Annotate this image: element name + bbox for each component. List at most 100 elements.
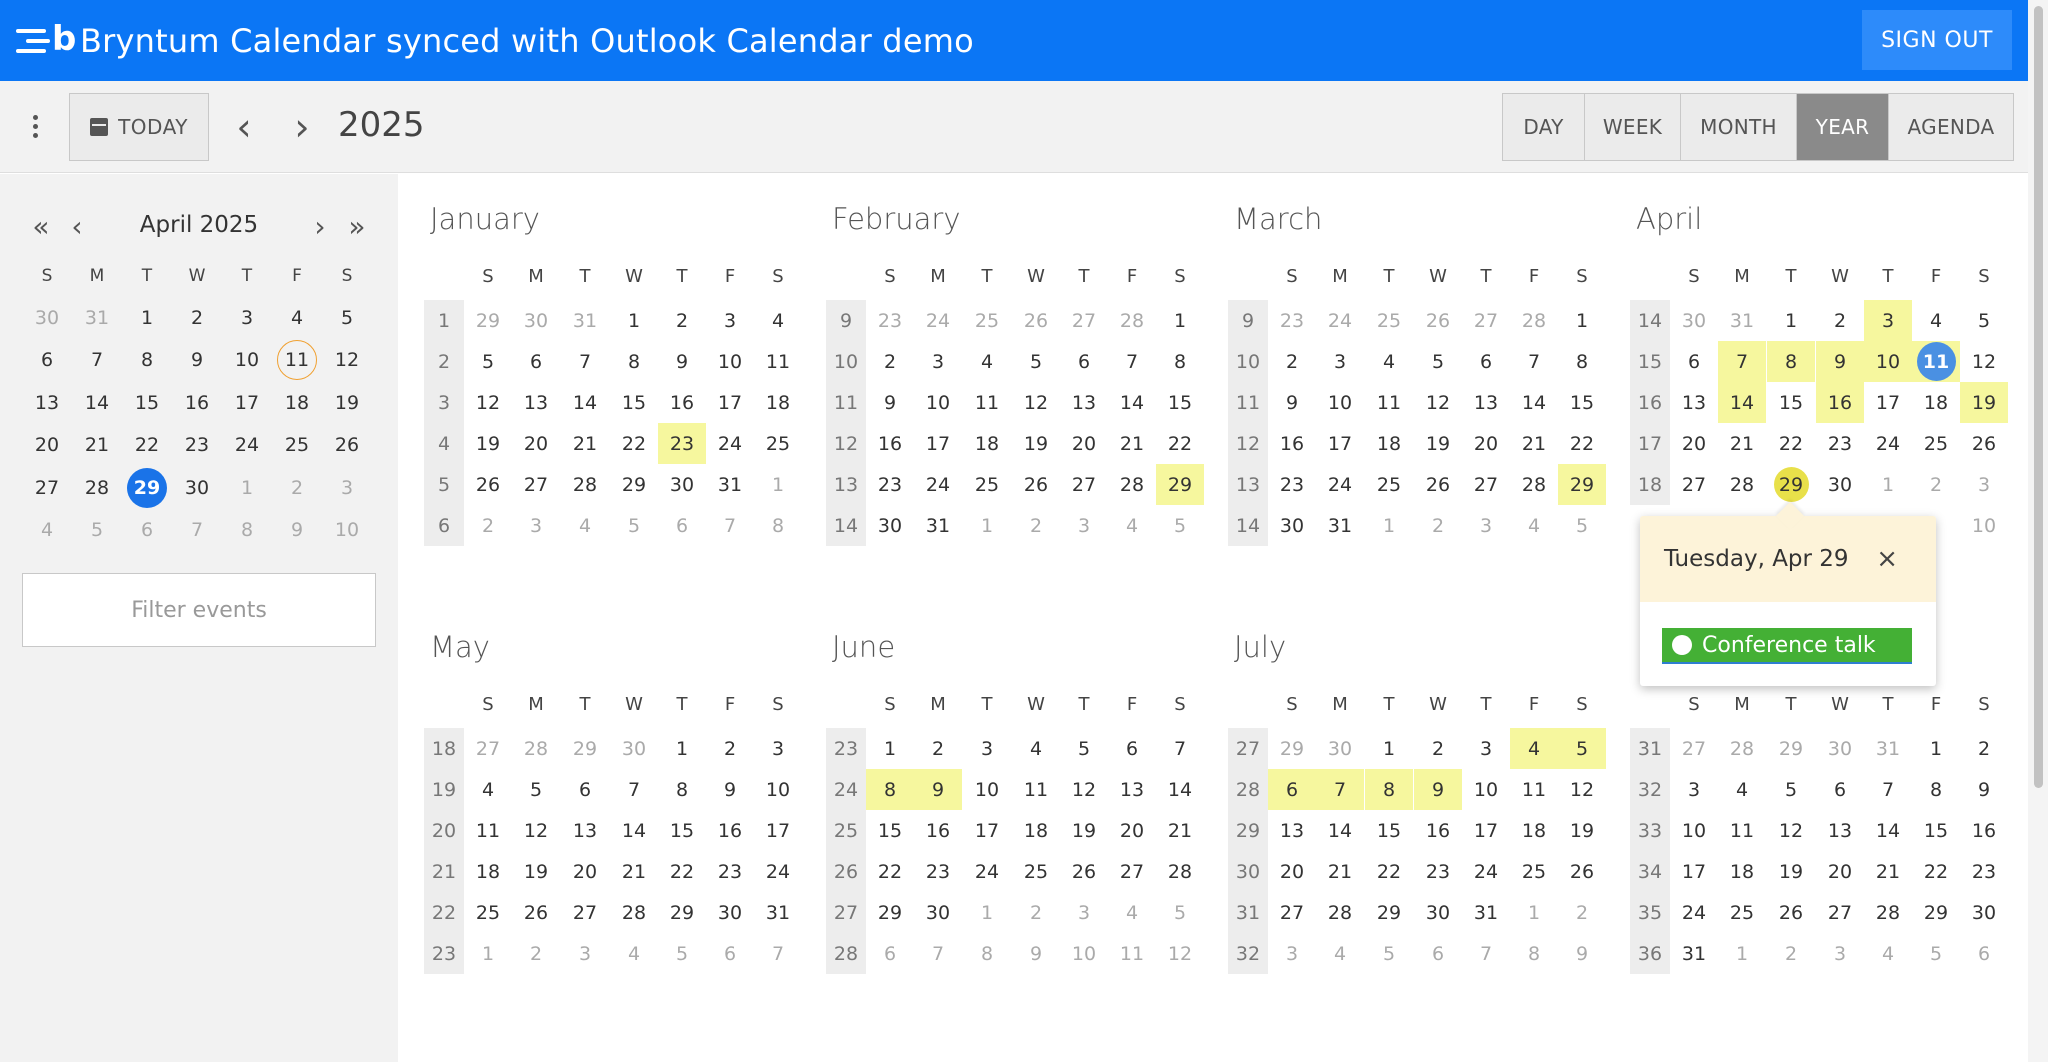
calendar-day[interactable]: 9 — [1558, 933, 1606, 974]
calendar-day[interactable]: 2 — [866, 341, 914, 382]
calendar-day[interactable]: 6 — [658, 505, 706, 546]
calendar-day[interactable]: 2 — [914, 728, 962, 769]
calendar-day[interactable]: 20 — [1462, 423, 1510, 464]
week-number[interactable]: 15 — [1630, 341, 1670, 382]
calendar-day[interactable]: 2 — [1558, 892, 1606, 933]
calendar-day[interactable]: 16 — [1414, 810, 1462, 851]
calendar-day[interactable]: 1 — [1864, 464, 1912, 505]
calendar-day[interactable]: 12 — [1414, 382, 1462, 423]
next-period-button[interactable]: › — [282, 107, 322, 147]
mini-calendar-day[interactable]: 6 — [27, 340, 67, 380]
calendar-day[interactable]: 11 — [1365, 382, 1413, 423]
calendar-day[interactable]: 9 — [1012, 933, 1060, 974]
calendar-day[interactable]: 23 — [1414, 851, 1462, 892]
calendar-day[interactable]: 2 — [1268, 341, 1316, 382]
calendar-day[interactable]: 17 — [963, 810, 1011, 851]
calendar-day[interactable]: 13 — [1670, 382, 1718, 423]
month-name[interactable]: January — [430, 202, 540, 236]
calendar-day[interactable]: 25 — [1012, 851, 1060, 892]
calendar-day[interactable]: 10 — [1316, 382, 1364, 423]
calendar-day[interactable]: 1 — [963, 505, 1011, 546]
calendar-day[interactable]: 15 — [610, 382, 658, 423]
calendar-day[interactable]: 30 — [1316, 728, 1364, 769]
calendar-day[interactable]: 30 — [512, 300, 560, 341]
week-number[interactable]: 13 — [826, 464, 866, 505]
week-number[interactable]: 22 — [424, 892, 464, 933]
calendar-day[interactable]: 14 — [1316, 810, 1364, 851]
week-number[interactable]: 27 — [1228, 728, 1268, 769]
week-number[interactable]: 32 — [1630, 769, 1670, 810]
calendar-day[interactable]: 28 — [512, 728, 560, 769]
calendar-day[interactable]: 27 — [1060, 300, 1108, 341]
sign-out-button[interactable]: SIGN OUT — [1862, 10, 2012, 70]
week-number[interactable]: 26 — [826, 851, 866, 892]
calendar-day[interactable]: 17 — [706, 382, 754, 423]
calendar-day[interactable]: 16 — [1960, 810, 2008, 851]
calendar-day[interactable]: 18 — [1012, 810, 1060, 851]
calendar-day[interactable]: 30 — [1816, 728, 1864, 769]
calendar-day[interactable]: 22 — [610, 423, 658, 464]
calendar-day[interactable]: 30 — [914, 892, 962, 933]
calendar-day[interactable]: 24 — [914, 464, 962, 505]
filter-events-input[interactable] — [22, 573, 376, 647]
week-number[interactable]: 20 — [424, 810, 464, 851]
calendar-day[interactable]: 12 — [1156, 933, 1204, 974]
calendar-day[interactable]: 4 — [1912, 300, 1960, 341]
calendar-day[interactable]: 22 — [1767, 423, 1815, 464]
calendar-day[interactable]: 1 — [1558, 300, 1606, 341]
calendar-day[interactable]: 23 — [1268, 300, 1316, 341]
calendar-day[interactable]: 30 — [1670, 300, 1718, 341]
calendar-day[interactable]: 18 — [963, 423, 1011, 464]
calendar-day[interactable]: 15 — [1365, 810, 1413, 851]
calendar-day[interactable]: 9 — [1268, 382, 1316, 423]
calendar-day[interactable]: 5 — [658, 933, 706, 974]
mini-calendar-day[interactable]: 2 — [177, 298, 217, 338]
calendar-day[interactable]: 31 — [706, 464, 754, 505]
calendar-day[interactable]: 24 — [1316, 464, 1364, 505]
calendar-day[interactable]: 18 — [1718, 851, 1766, 892]
calendar-day[interactable]: 3 — [561, 933, 609, 974]
calendar-day[interactable]: 25 — [963, 300, 1011, 341]
mini-calendar-day[interactable]: 8 — [127, 340, 167, 380]
mini-calendar-day[interactable]: 22 — [127, 425, 167, 465]
calendar-day[interactable]: 10 — [1670, 810, 1718, 851]
calendar-day[interactable]: 22 — [1365, 851, 1413, 892]
calendar-day[interactable]: 5 — [1558, 728, 1606, 769]
mini-calendar-day[interactable]: 21 — [77, 425, 117, 465]
week-number[interactable]: 4 — [424, 423, 464, 464]
calendar-day[interactable]: 3 — [754, 728, 802, 769]
calendar-day[interactable]: 15 — [866, 810, 914, 851]
mini-calendar-day[interactable]: 10 — [227, 340, 267, 380]
calendar-day[interactable]: 26 — [1414, 464, 1462, 505]
calendar-day[interactable]: 24 — [1316, 300, 1364, 341]
calendar-day[interactable]: 4 — [754, 300, 802, 341]
calendar-day[interactable]: 23 — [914, 851, 962, 892]
calendar-day[interactable]: 30 — [1816, 464, 1864, 505]
calendar-day[interactable]: 12 — [1012, 382, 1060, 423]
calendar-day[interactable]: 4 — [464, 769, 512, 810]
mini-calendar-day[interactable]: 29 — [127, 467, 167, 508]
calendar-day[interactable]: 11 — [1108, 933, 1156, 974]
calendar-day[interactable]: 7 — [1108, 341, 1156, 382]
calendar-day[interactable]: 22 — [866, 851, 914, 892]
calendar-day[interactable]: 29 — [610, 464, 658, 505]
calendar-day[interactable]: 18 — [1912, 382, 1960, 423]
month-name[interactable]: July — [1234, 630, 1286, 664]
calendar-day[interactable]: 3 — [914, 341, 962, 382]
calendar-day[interactable]: 16 — [706, 810, 754, 851]
calendar-day[interactable]: 8 — [963, 933, 1011, 974]
calendar-day[interactable]: 19 — [1012, 423, 1060, 464]
calendar-day[interactable]: 12 — [1960, 341, 2008, 382]
calendar-day[interactable]: 3 — [1864, 300, 1912, 341]
calendar-day[interactable]: 7 — [1718, 341, 1766, 382]
calendar-day[interactable]: 10 — [963, 769, 1011, 810]
calendar-day[interactable]: 20 — [1268, 851, 1316, 892]
view-year-button[interactable]: YEAR — [1797, 94, 1889, 160]
calendar-day[interactable]: 29 — [1558, 464, 1606, 505]
calendar-day[interactable]: 11 — [963, 382, 1011, 423]
calendar-day[interactable]: 21 — [561, 423, 609, 464]
week-number[interactable]: 24 — [826, 769, 866, 810]
week-number[interactable]: 5 — [424, 464, 464, 505]
calendar-day[interactable]: 3 — [1060, 892, 1108, 933]
calendar-day[interactable]: 15 — [1156, 382, 1204, 423]
